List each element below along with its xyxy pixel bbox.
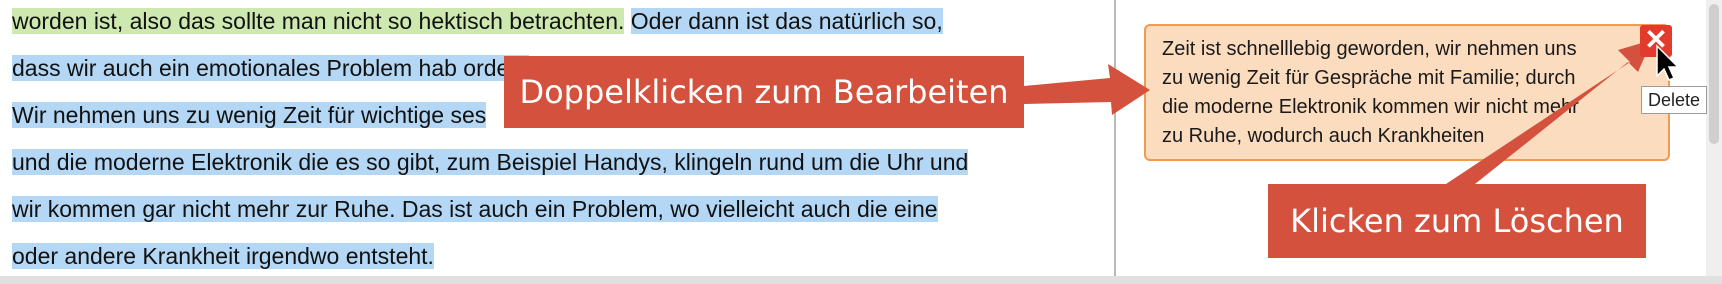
delete-tooltip: Delete [1641,86,1708,114]
cursor-layer [1656,44,1680,81]
mouse-pointer-icon [1656,44,1680,81]
